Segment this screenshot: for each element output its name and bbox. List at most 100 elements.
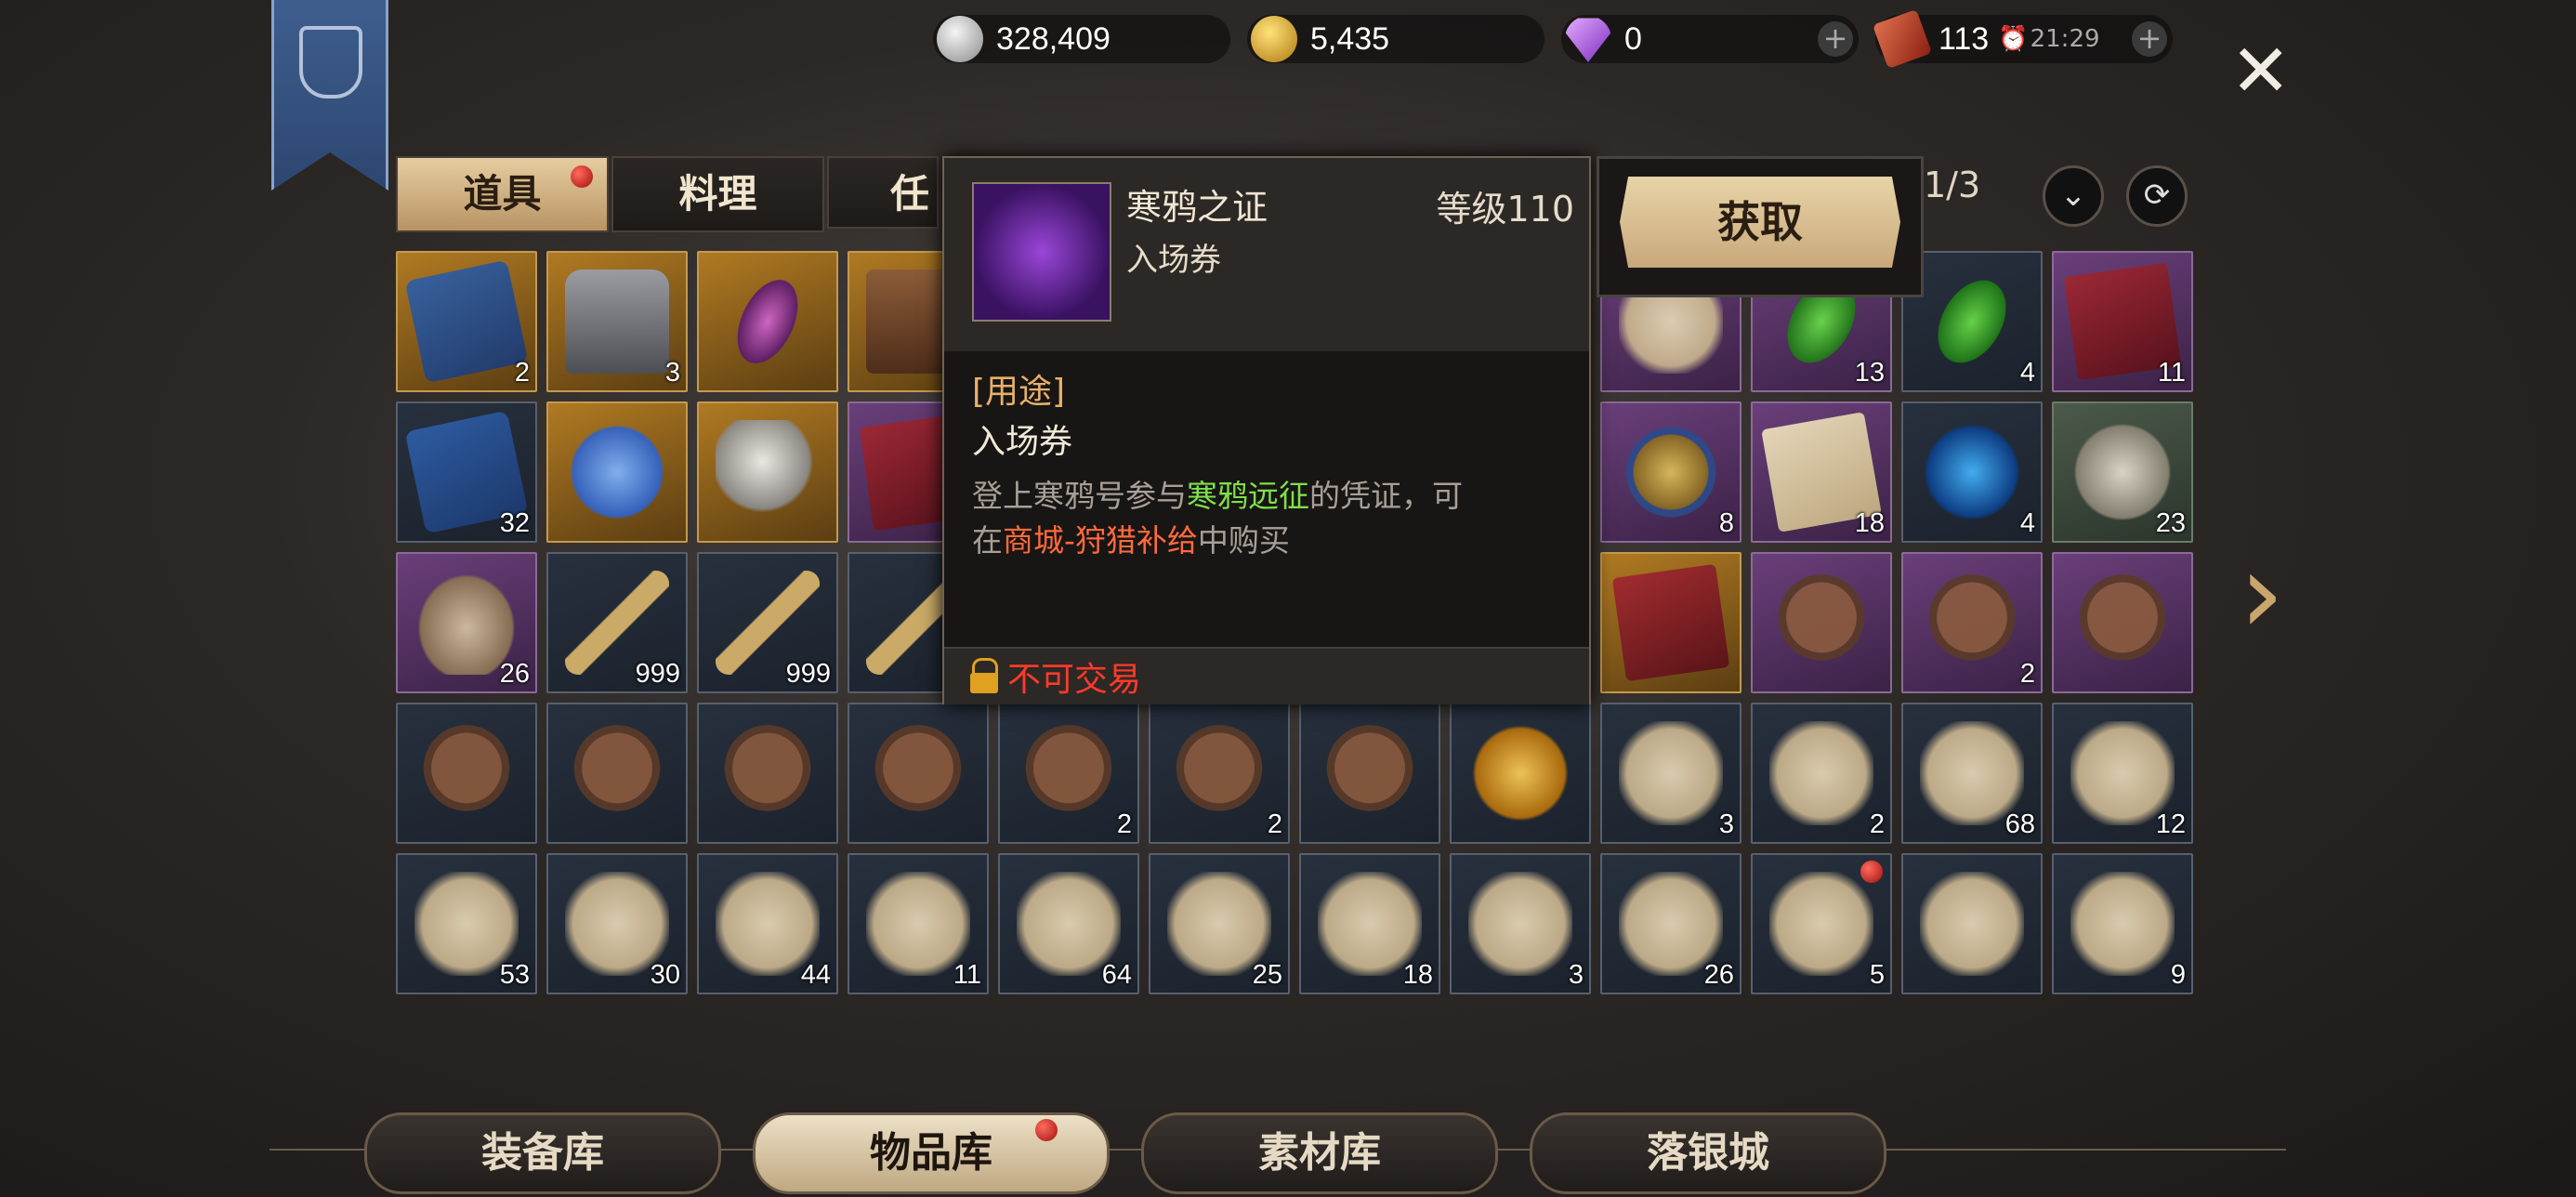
inventory-slot[interactable]: 18	[1751, 401, 1892, 543]
inventory-slot[interactable]	[546, 401, 688, 543]
item-count: 44	[800, 960, 831, 990]
inventory-slot[interactable]: 2	[1751, 703, 1892, 844]
add-diamond-button[interactable]: +	[1818, 21, 1853, 57]
inventory-slot[interactable]: 5	[1751, 853, 1892, 994]
inventory-slot[interactable]	[2052, 552, 2193, 693]
diamond-value: 0	[1624, 20, 1642, 57]
item-count: 5	[1869, 960, 1885, 990]
inventory-slot[interactable]: 53	[396, 853, 537, 994]
scroll-icon	[2070, 872, 2175, 976]
helmet-emblem-icon	[299, 26, 362, 99]
item-count: 11	[953, 960, 981, 990]
inventory-slot[interactable]	[1299, 703, 1440, 844]
inventory-slot[interactable]: 3	[1450, 853, 1591, 994]
close-icon[interactable]: ✕	[2230, 35, 2291, 108]
item-count: 11	[2157, 358, 2186, 388]
inventory-slot[interactable]	[1751, 552, 1892, 693]
item-count: 68	[2004, 809, 2035, 839]
tab-material-storage[interactable]: 素材库	[1141, 1112, 1498, 1194]
item-count: 64	[1101, 960, 1132, 990]
inventory-slot[interactable]: 3	[546, 251, 688, 392]
ticket-value: 113	[1939, 20, 1990, 57]
tab-luoyin-city[interactable]: 落银城	[1530, 1112, 1886, 1194]
inventory-slot[interactable]: 2	[1901, 552, 2043, 693]
inventory-slot[interactable]	[848, 703, 989, 844]
inventory-slot[interactable]	[697, 401, 838, 543]
inventory-slot[interactable]: 44	[697, 853, 838, 994]
inventory-slot[interactable]: 32	[396, 401, 537, 543]
item-count: 999	[785, 659, 831, 689]
inventory-slot[interactable]: 3	[1600, 703, 1741, 844]
item-count: 2	[1267, 809, 1282, 839]
inventory-slot[interactable]: 68	[1901, 703, 2043, 844]
inventory-slot[interactable]: 18	[1299, 853, 1440, 994]
tab-quest[interactable]: 任	[827, 156, 939, 229]
scroll-icon	[1769, 721, 1873, 825]
item-count: 18	[1402, 960, 1433, 990]
notification-dot	[571, 165, 593, 188]
tab-cooking[interactable]: 料理	[611, 156, 824, 232]
item-name: 寒鸦之证	[1126, 187, 1268, 228]
inventory-slot[interactable]	[697, 251, 838, 392]
item-tooltip: 寒鸦之证 入场券 等级110 [用途] 入场券 登上寒鸦号参与寒鸦远征的凭证，可…	[942, 156, 1591, 704]
item-count: 12	[2155, 809, 2186, 839]
inventory-slot[interactable]: 2	[998, 703, 1139, 844]
inventory-slot[interactable]: 11	[2052, 251, 2193, 392]
item-count: 23	[2155, 508, 2186, 538]
item-count: 18	[1854, 508, 1885, 538]
inventory-slot[interactable]: 26	[396, 552, 537, 693]
inventory-slot[interactable]: 23	[2052, 401, 2193, 543]
acquire-button[interactable]: 获取	[1620, 177, 1900, 268]
inventory-slot[interactable]: 9	[2052, 853, 2193, 994]
inventory-slot[interactable]: 64	[998, 853, 1139, 994]
ticket-timer: 21:29	[2030, 25, 2100, 53]
inventory-slot[interactable]: 8	[1600, 401, 1741, 543]
gold-coin-icon	[1251, 16, 1297, 62]
shield-icon	[2070, 571, 2175, 675]
inventory-slot[interactable]	[396, 703, 537, 844]
item-count: 999	[635, 659, 680, 689]
refresh-icon[interactable]: ⟳	[2126, 165, 2188, 227]
inventory-slot[interactable]	[1450, 703, 1591, 844]
item-type: 入场券	[1126, 242, 1221, 279]
inventory-slot[interactable]: 12	[2052, 703, 2193, 844]
gold-value: 5,435	[1310, 20, 1390, 57]
inventory-slot[interactable]: 2	[396, 251, 537, 392]
shield-icon	[716, 721, 820, 825]
next-page-arrow-icon[interactable]: ›	[2240, 539, 2284, 651]
currency-silver: 328,409	[933, 15, 1230, 63]
butterfly-icon	[1920, 420, 2024, 524]
item-count: 9	[2170, 960, 2186, 990]
inventory-slot[interactable]: 30	[546, 853, 688, 994]
card-icon	[404, 259, 529, 384]
ticket-icon	[1872, 8, 1933, 70]
item-count: 3	[1718, 809, 1734, 839]
inventory-slot[interactable]	[697, 703, 838, 844]
page-indicator: 1/3	[1924, 164, 1981, 205]
inventory-slot[interactable]: 2	[1149, 703, 1290, 844]
inventory-slot[interactable]: 25	[1149, 853, 1290, 994]
item-count: 2	[514, 358, 530, 388]
scroll-icon	[1468, 872, 1572, 976]
item-count: 8	[1718, 508, 1734, 538]
orb-icon	[716, 420, 820, 524]
item-count: 26	[1703, 960, 1734, 990]
inventory-slot[interactable]: 11	[848, 853, 989, 994]
item-count: 53	[499, 960, 530, 990]
tab-equipment-storage[interactable]: 装备库	[364, 1112, 721, 1194]
inventory-slot[interactable]	[1600, 552, 1741, 693]
inventory-slot[interactable]: 999	[546, 552, 688, 693]
inventory-slot[interactable]: 999	[697, 552, 838, 693]
inventory-slot[interactable]: 26	[1600, 853, 1741, 994]
inventory-slot[interactable]: 4	[1901, 401, 2043, 543]
shield-icon	[1017, 721, 1121, 825]
inventory-slot[interactable]	[1901, 853, 2043, 994]
inventory-slot[interactable]	[546, 703, 688, 844]
trade-status: 不可交易	[1007, 661, 1142, 699]
add-ticket-button[interactable]: +	[2132, 21, 2167, 57]
chevron-down-icon[interactable]: ⌄	[2043, 165, 2104, 227]
crow-ticket-icon	[972, 182, 1111, 322]
currency-diamond: 0 +	[1561, 15, 1859, 63]
item-count: 2	[1116, 809, 1132, 839]
currency-ticket: 113 ⏰ 21:29 +	[1872, 8, 2173, 70]
